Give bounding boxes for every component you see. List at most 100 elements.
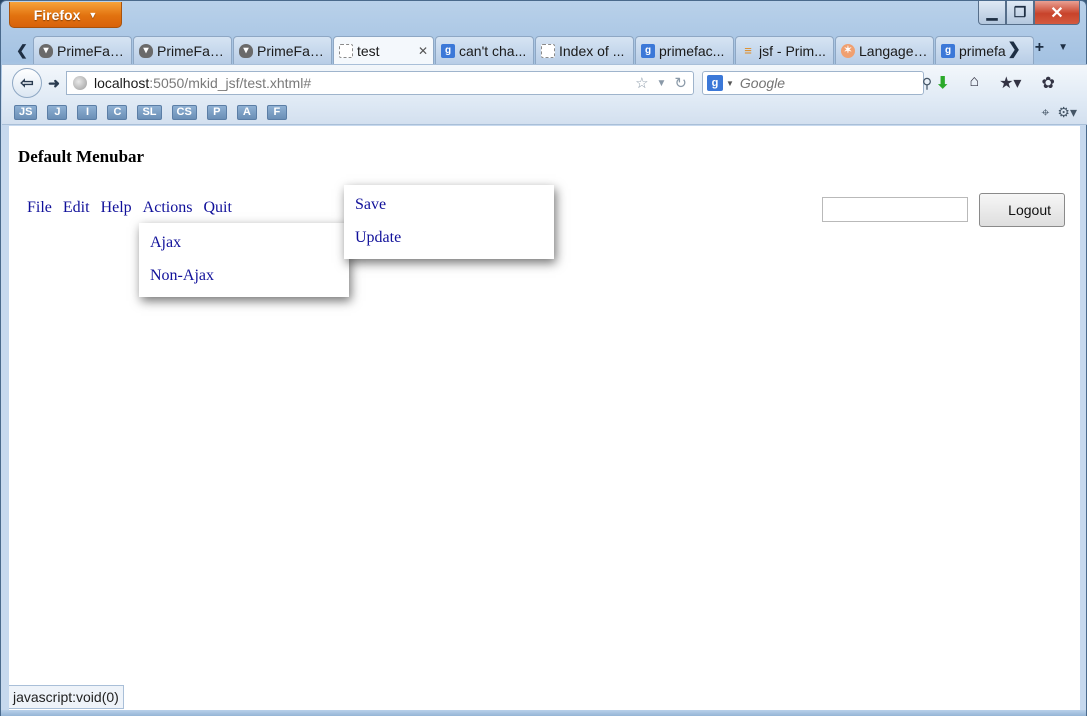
bookmark-item[interactable]: CS [171,104,197,120]
blank-page-icon [339,44,353,58]
google-icon: g [941,43,955,58]
chevron-down-icon: ▼ [88,9,98,20]
tab-label: PrimeFac... [257,42,326,59]
submenu-item-non-ajax[interactable]: Non-Ajax [139,259,349,292]
bookmark-item[interactable]: JS [14,104,38,120]
window-bottom-edge [1,710,1086,716]
title-bar: Firefox ▼ ▁ ❐ ✕ [1,1,1086,33]
arrow-left-icon: ⇦ [20,75,34,92]
tab-label: primefac... [659,42,725,59]
logout-input[interactable] [822,197,968,222]
maximize-button[interactable]: ❐ [1006,1,1034,25]
close-window-button[interactable]: ✕ [1034,1,1080,25]
tab-strip: ❮ ▾ PrimeFac... ▾ PrimeFac... ▾ PrimeFac... te… [1,34,1086,65]
chevron-down-icon: ▼ [726,78,734,88]
window-controls: ▁ ❐ ✕ [978,1,1080,25]
nav-tools: ⬇ ⌂ ★▾ ✿ [936,73,1055,93]
forward-button[interactable]: ➜ [43,72,65,94]
site-identity-icon[interactable] [73,76,87,90]
bookmark-item[interactable]: P [206,104,227,120]
tab-list: ▾ PrimeFac... ▾ PrimeFac... ▾ PrimeFac... test… [33,36,1035,65]
url-bar[interactable]: localhost:5050/mkid_jsf/test.xhtml# ☆ ▼ … [66,71,694,95]
tab-8[interactable]: ✶ Langage ... [835,36,934,64]
primefaces-icon: ▾ [239,43,253,58]
tab-tools: ❯ + ▼ [1007,39,1068,59]
tab-5[interactable]: Index of ... [535,36,634,64]
list-all-tabs-icon[interactable]: ▼ [1058,39,1068,59]
tab-4[interactable]: g can't cha... [435,36,534,64]
tab-label: jsf - Prim... [759,42,826,59]
tools-dropdown-icon[interactable]: ⚙▾ [1057,104,1077,121]
menu-item-file[interactable]: File [27,199,52,217]
firefox-menu-button[interactable]: Firefox ▼ [9,2,122,28]
arrow-right-icon: ➜ [48,74,60,91]
status-bar: javascript:void(0) [9,685,124,709]
bookmark-star-icon[interactable]: ☆ [635,74,648,92]
page-content: Default Menubar File Edit Help Actions Quit … [9,126,1080,710]
submenu-item-update[interactable]: Update [344,221,554,254]
bookmarks-tools: ⌖ ⚙▾ [1042,104,1077,121]
bookmark-item[interactable]: C [107,104,128,120]
new-tab-icon[interactable]: + [1035,39,1044,59]
tab-7[interactable]: ≡ jsf - Prim... [735,36,834,64]
google-icon: g [441,43,455,58]
tab-label: Langage ... [859,42,928,59]
bookmark-item[interactable]: I [77,104,98,120]
bookmark-item[interactable]: A [236,104,257,120]
submenu-item-ajax[interactable]: Ajax [139,226,349,259]
langage-icon: ✶ [841,43,855,58]
tab-label: Index of ... [559,42,625,59]
tab-label: PrimeFac... [157,42,226,59]
menubar: File Edit Help Actions Quit [27,199,232,217]
search-bar: g ▼ ⚲ [702,71,932,95]
bookmarks-menu-icon[interactable]: ★▾ [999,73,1021,93]
menu-item-actions[interactable]: Actions [143,199,193,217]
search-input[interactable] [739,75,922,91]
tab-label: can't cha... [459,42,527,59]
browser-window: Firefox ▼ ▁ ❐ ✕ ❮ ▾ PrimeFac... ▾ PrimeFac.… [0,0,1087,716]
menu-item-help[interactable]: Help [101,199,132,217]
url-bar-icons: ☆ ▼ ↻ [635,74,687,92]
page-title: Default Menubar [18,147,145,166]
submenu-item-save[interactable]: Save [344,188,554,221]
reload-icon[interactable]: ↻ [674,74,687,92]
tab-label: PrimeFac... [57,42,126,59]
stackoverflow-icon: ≡ [744,43,752,58]
bookmarks-toolbar: JS J I C SL CS P A F ⌖ ⚙▾ [2,100,1087,125]
menu-item-edit[interactable]: Edit [63,199,90,217]
bookmark-item[interactable]: F [266,104,287,120]
tab-2[interactable]: ▾ PrimeFac... [233,36,332,64]
url-host: localhost [94,75,150,91]
url-path: :5050/mkid_jsf/test.xhtml# [149,75,312,91]
navigation-toolbar: ⇦ ➜ localhost:5050/mkid_jsf/test.xhtml# … [2,64,1087,100]
download-icon[interactable]: ⬇ [936,73,949,93]
minimize-button[interactable]: ▁ [978,1,1006,25]
bookmark-item[interactable]: SL [137,104,162,120]
actions-submenu: Ajax Non-Ajax [139,223,349,297]
google-icon: g [641,43,655,58]
inspect-icon[interactable]: ⌖ [1042,104,1050,121]
scroll-tabs-left-icon[interactable]: ❮ [13,38,31,62]
addon-icon[interactable]: ✿ [1041,73,1054,93]
tab-1[interactable]: ▾ PrimeFac... [133,36,232,64]
blank-page-icon [541,43,555,58]
primefaces-icon: ▾ [139,43,153,58]
back-button[interactable]: ⇦ [12,68,42,98]
home-icon[interactable]: ⌂ [969,73,979,93]
primefaces-icon: ▾ [39,43,53,58]
menu-item-quit[interactable]: Quit [203,199,231,217]
close-tab-icon[interactable]: ✕ [418,44,428,58]
bookmark-item[interactable]: J [47,104,68,120]
file-submenu: Save Update [344,185,554,259]
tab-3[interactable]: test ✕ [333,36,434,65]
google-icon: g [707,75,723,91]
search-magnifier-icon[interactable]: ⚲ [922,75,932,92]
tab-0[interactable]: ▾ PrimeFac... [33,36,132,64]
tab-6[interactable]: g primefac... [635,36,734,64]
history-dropdown-icon[interactable]: ▼ [657,74,667,92]
logout-button[interactable]: Logout [979,193,1065,227]
firefox-menu-label: Firefox [33,6,81,23]
scroll-tabs-right-icon[interactable]: ❯ [1007,39,1020,59]
tab-label: test [357,43,380,59]
search-engine-selector[interactable]: g ▼ [707,75,734,91]
